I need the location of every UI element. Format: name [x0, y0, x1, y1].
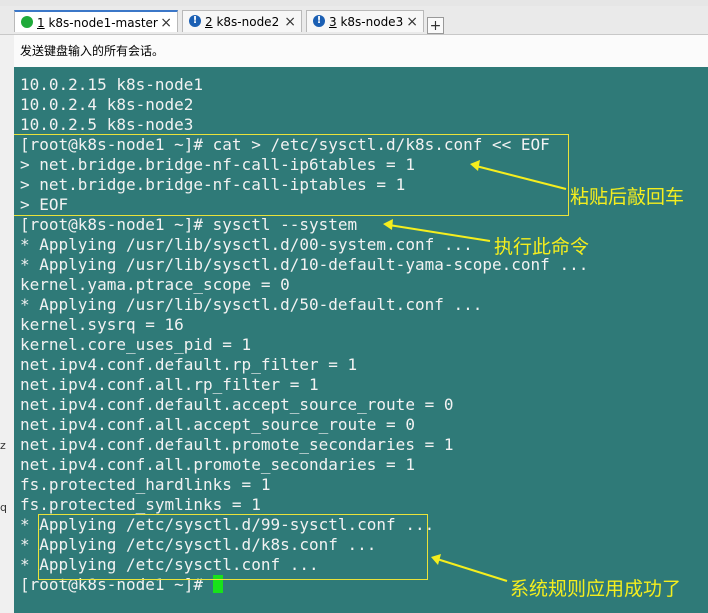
gutter-mark: z: [0, 439, 6, 452]
warning-status-icon: !: [313, 15, 325, 27]
close-tab-icon[interactable]: ×: [160, 12, 172, 34]
tab-k8s-node1-master[interactable]: 1 k8s-node1-master ×: [14, 10, 178, 32]
left-gutter: z q: [0, 35, 14, 613]
close-tab-icon[interactable]: ×: [284, 11, 296, 33]
broadcast-banner-text: 发送键盘输入的所有会话。: [20, 44, 165, 58]
session-tab-bar: 1 k8s-node1-master × ! 2 k8s-node2 × ! 3…: [0, 6, 708, 35]
close-tab-icon[interactable]: ×: [406, 11, 418, 33]
connected-status-icon: [21, 16, 33, 28]
annotation-paste-enter: 粘贴后敲回车: [570, 186, 685, 208]
new-tab-button[interactable]: +: [427, 17, 444, 34]
tab-label: k8s-node1-master: [44, 16, 158, 30]
annotation-arrows: [383, 160, 567, 582]
tab-index: 2: [205, 15, 213, 29]
tab-label: k8s-node2: [212, 15, 280, 29]
tab-label: k8s-node3: [336, 15, 404, 29]
annotation-run-command: 执行此命令: [494, 236, 590, 258]
broadcast-input-banner: 发送键盘输入的所有会话。: [14, 35, 708, 67]
tab-k8s-node2[interactable]: ! 2 k8s-node2 ×: [182, 10, 302, 32]
terminal-pane[interactable]: 10.0.2.15 k8s-node1 10.0.2.4 k8s-node2 1…: [14, 67, 708, 613]
annotation-success: 系统规则应用成功了: [510, 578, 682, 600]
tab-index: 1: [37, 16, 45, 30]
tab-index: 3: [329, 15, 337, 29]
warning-status-icon: !: [189, 15, 201, 27]
tab-k8s-node3[interactable]: ! 3 k8s-node3 ×: [306, 10, 424, 32]
gutter-mark: q: [0, 501, 7, 514]
